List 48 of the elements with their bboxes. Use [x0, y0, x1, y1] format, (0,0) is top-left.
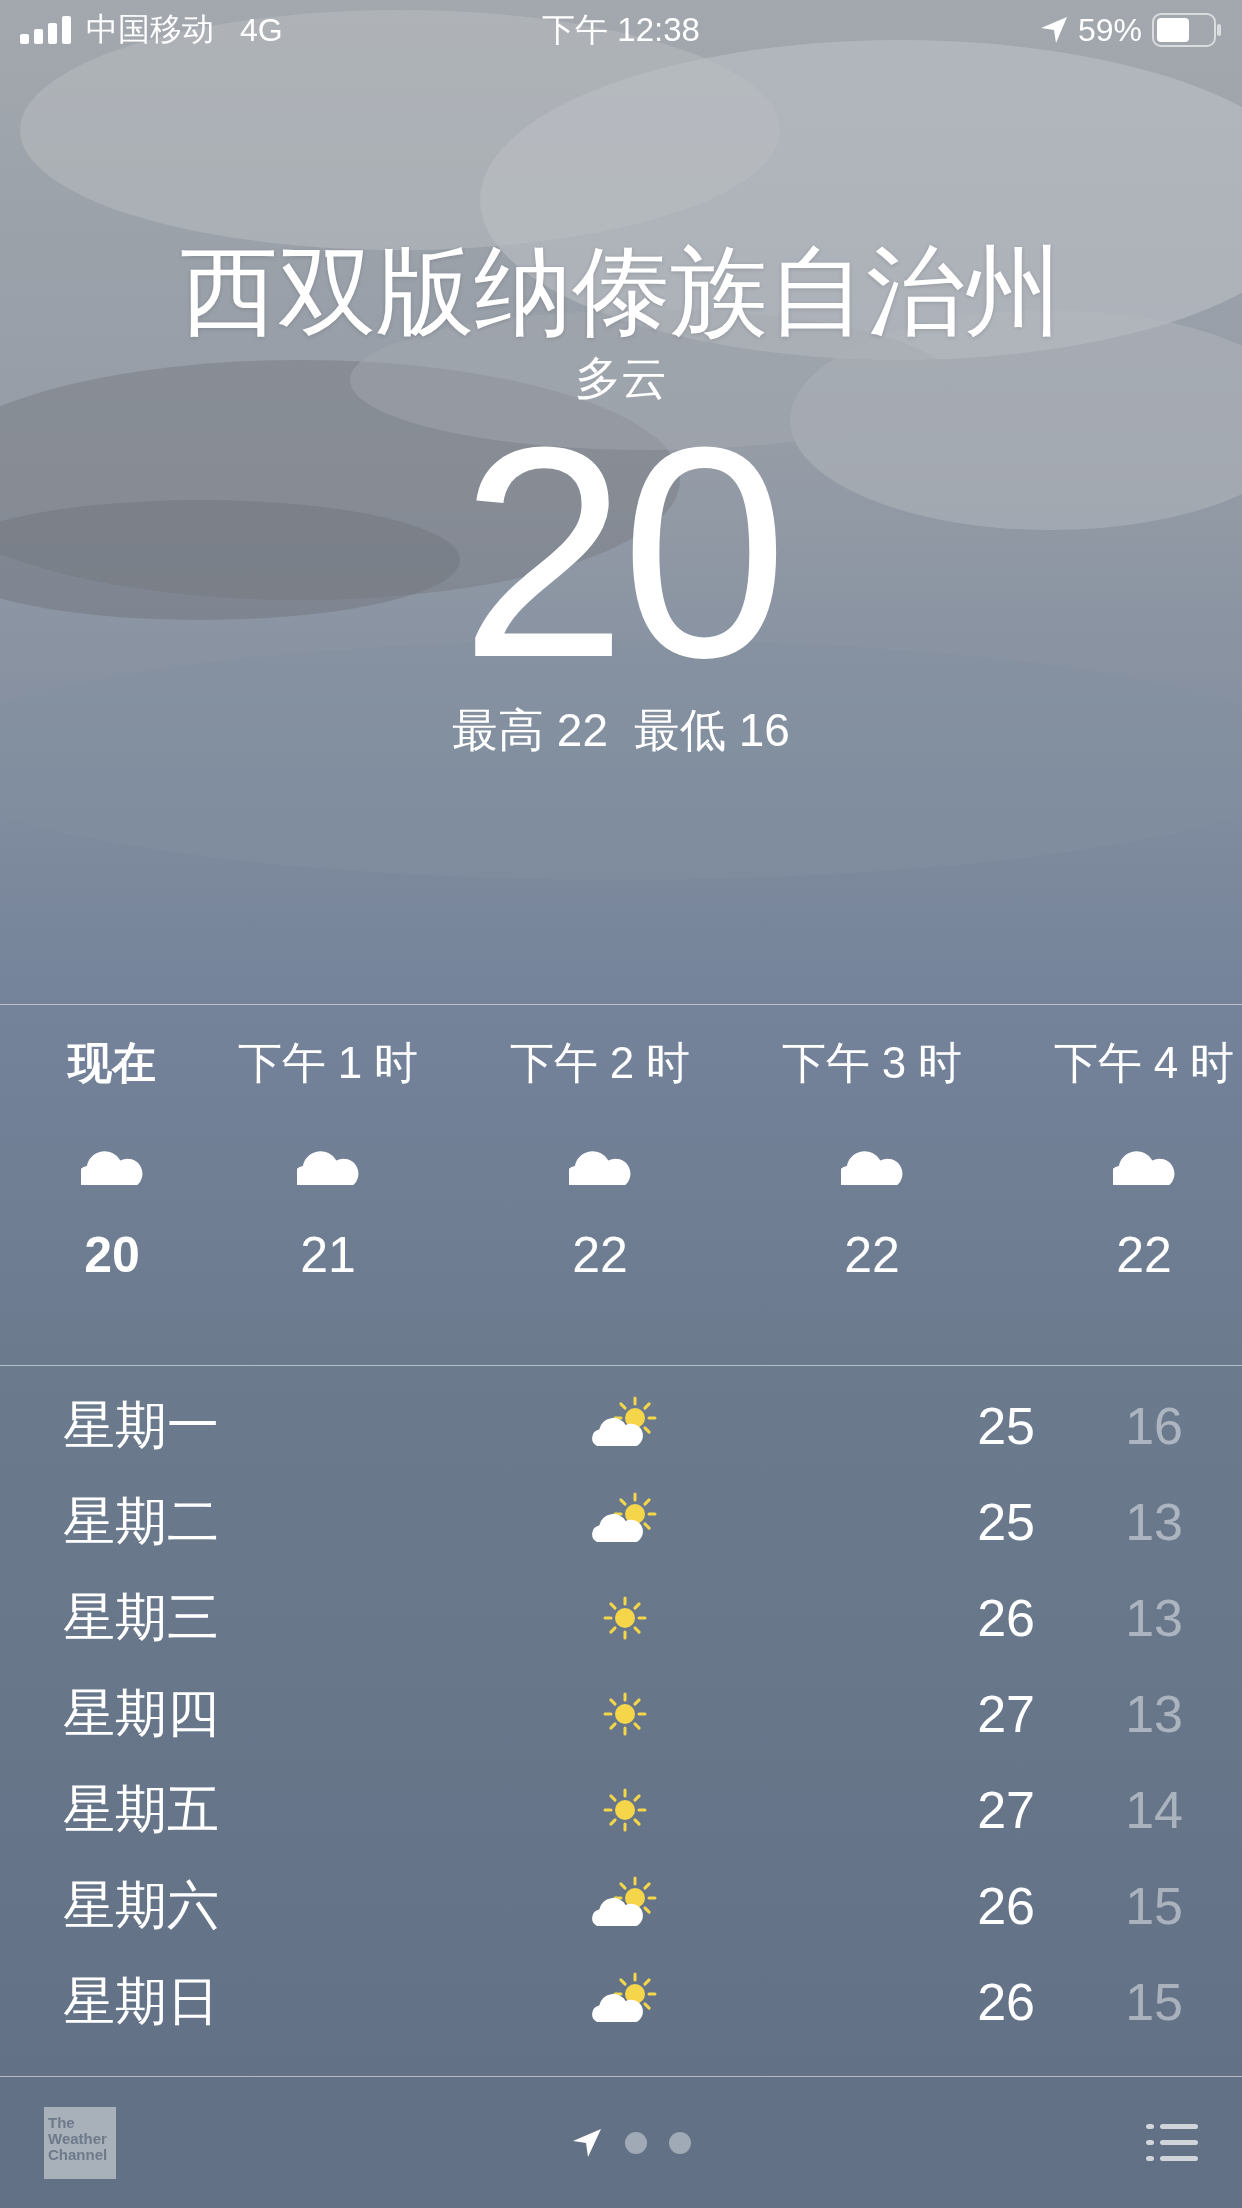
hour-temperature: 22 [844, 1226, 900, 1285]
low-temperature: 13 [1124, 1684, 1183, 1744]
hour-temperature: 20 [84, 1226, 140, 1285]
location-arrow-icon [1039, 16, 1068, 44]
high-temperature: 26 [976, 1972, 1035, 2032]
high-temperature: 26 [976, 1876, 1035, 1936]
low-temperature: 16 [1124, 1396, 1183, 1456]
battery-icon [1152, 13, 1222, 47]
low-temperature: 15 [1124, 1972, 1183, 2032]
low-temperature: 13 [1124, 1492, 1183, 1552]
weekday-label: 星期三 [62, 1587, 220, 1648]
low-temperature: 15 [1124, 1876, 1183, 1936]
signal-icon [20, 16, 72, 44]
location-arrow-icon[interactable] [571, 2126, 603, 2159]
hour-label: 下午 3 时 [781, 1037, 963, 1089]
weather-condition: 多云 [575, 351, 667, 406]
hour-label: 下午 4 时 [1053, 1037, 1235, 1089]
list-icon[interactable] [1146, 2123, 1198, 2162]
high-temperature: 25 [976, 1396, 1035, 1456]
hour-label: 下午 2 时 [509, 1037, 691, 1089]
weather-channel-logo[interactable]: The Weather Channel [44, 2106, 116, 2179]
low-temperature: 14 [1124, 1780, 1183, 1840]
hour-label: 现在 [68, 1037, 156, 1089]
network-type: 4G [240, 11, 283, 49]
battery-percentage: 59% [1077, 11, 1142, 49]
weekday-label: 星期一 [62, 1395, 220, 1456]
high-temperature: 27 [976, 1684, 1035, 1744]
current-temperature: 20 [460, 412, 782, 692]
hour-temperature: 22 [572, 1226, 628, 1285]
city-name: 西双版纳傣族自治州 [180, 236, 1062, 346]
weekday-label: 星期六 [62, 1875, 220, 1936]
hour-temperature: 21 [300, 1226, 356, 1285]
page-dot[interactable] [625, 2131, 647, 2154]
page-dot[interactable] [669, 2131, 691, 2154]
weekday-label: 星期四 [62, 1683, 220, 1744]
high-temperature: 最高 22 [452, 703, 608, 758]
weekday-label: 星期日 [62, 1971, 220, 2032]
high-temperature: 25 [976, 1492, 1035, 1552]
weekday-label: 星期二 [62, 1491, 220, 1552]
clock-time: 下午 12:38 [542, 9, 700, 50]
hour-label: 下午 1 时 [237, 1037, 419, 1089]
weekday-label: 星期五 [62, 1779, 220, 1840]
high-temperature: 27 [976, 1780, 1035, 1840]
carrier-name: 中国移动 [86, 10, 214, 49]
hour-temperature: 22 [1116, 1226, 1172, 1285]
high-temperature: 26 [976, 1588, 1035, 1648]
low-temperature: 最低 16 [634, 703, 790, 758]
low-temperature: 13 [1124, 1588, 1183, 1648]
